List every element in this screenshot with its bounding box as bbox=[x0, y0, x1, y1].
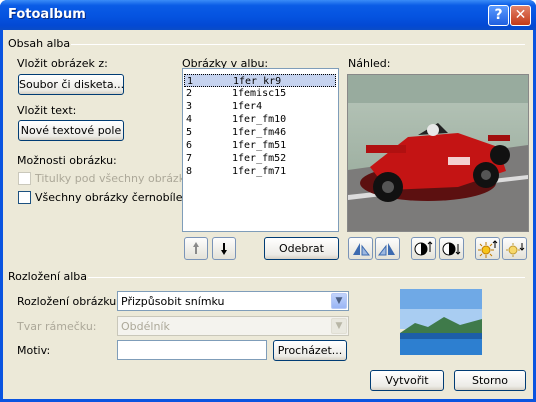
landscape-image bbox=[400, 289, 482, 355]
more-brightness-button[interactable] bbox=[475, 237, 500, 260]
album-pictures-list[interactable]: 1 1fer_kr9 2 1femisc15 3 1fer4 4 1fer_fm10 5… bbox=[182, 68, 339, 232]
insert-text-label: Vložit text: bbox=[17, 104, 77, 117]
frame-shape-label: Tvar rámečku: bbox=[17, 320, 97, 333]
chevron-down-icon[interactable]: ▼ bbox=[331, 318, 347, 334]
close-button[interactable]: ✕ bbox=[510, 5, 531, 26]
list-item[interactable]: 8 1fer_fm71 bbox=[184, 165, 336, 178]
list-item[interactable]: 2 1femisc15 bbox=[184, 87, 336, 100]
less-brightness-button[interactable] bbox=[502, 237, 527, 260]
picture-layout-label: Rozložení obrázku: bbox=[17, 295, 120, 308]
file-disk-button[interactable]: Soubor či disketa... bbox=[18, 74, 124, 95]
rotate-left-icon bbox=[353, 243, 371, 256]
rotate-right-icon bbox=[377, 243, 395, 256]
picture-options-label: Možnosti obrázku: bbox=[17, 154, 117, 167]
frame-shape-select[interactable]: Obdélník ▼ bbox=[117, 316, 349, 336]
content-group-legend: Obsah alba bbox=[8, 37, 71, 50]
list-item[interactable]: 3 1fer4 bbox=[184, 100, 336, 113]
window-title: Fotoalbum bbox=[8, 7, 86, 22]
frame-shape-value: Obdélník bbox=[121, 320, 170, 333]
race-car-image bbox=[348, 75, 528, 231]
chevron-down-icon[interactable]: ▼ bbox=[331, 293, 347, 309]
preview-image bbox=[347, 74, 529, 232]
cancel-button[interactable]: Storno bbox=[454, 370, 526, 391]
rotate-left-button[interactable] bbox=[348, 237, 373, 260]
theme-input[interactable] bbox=[117, 340, 267, 360]
content-group-divider bbox=[71, 44, 525, 45]
dialog-body: Obsah alba Vložit obrázek z: Soubor či d… bbox=[3, 30, 533, 399]
black-white-checkbox[interactable] bbox=[18, 191, 31, 204]
list-item[interactable]: 6 1fer_fm51 bbox=[184, 139, 336, 152]
list-item[interactable]: 5 1fer_fm46 bbox=[184, 126, 336, 139]
layout-thumbnail bbox=[400, 289, 482, 355]
theme-label: Motiv: bbox=[17, 344, 51, 357]
layout-group-divider bbox=[88, 277, 525, 278]
list-item[interactable]: 7 1fer_fm52 bbox=[184, 152, 336, 165]
contrast-down-icon bbox=[442, 242, 461, 256]
title-bar[interactable]: Fotoalbum ? ✕ bbox=[0, 0, 536, 30]
preview-label: Náhled: bbox=[348, 57, 391, 70]
layout-group-legend: Rozložení alba bbox=[8, 270, 88, 283]
more-contrast-button[interactable] bbox=[411, 237, 436, 260]
brightness-up-icon bbox=[478, 240, 498, 258]
move-down-button[interactable] bbox=[212, 237, 236, 260]
help-button[interactable]: ? bbox=[488, 5, 509, 26]
less-contrast-button[interactable] bbox=[439, 237, 464, 260]
brightness-down-icon bbox=[506, 243, 525, 257]
picture-layout-select[interactable]: Přizpůsobit snímku ▼ bbox=[117, 291, 349, 311]
list-item[interactable]: 4 1fer_fm10 bbox=[184, 113, 336, 126]
new-textbox-button[interactable]: Nové textové pole bbox=[18, 120, 124, 141]
black-white-checkbox-label: Všechny obrázky černobíle bbox=[35, 191, 183, 204]
arrow-down-icon bbox=[221, 243, 227, 255]
remove-button[interactable]: Odebrat bbox=[264, 237, 339, 260]
arrow-up-icon bbox=[193, 242, 199, 254]
dialog-window: Fotoalbum ? ✕ Obsah alba Vložit obrázek … bbox=[0, 0, 536, 402]
contrast-up-icon bbox=[414, 241, 433, 256]
move-up-button[interactable] bbox=[184, 237, 208, 260]
create-button[interactable]: Vytvořit bbox=[370, 370, 444, 391]
list-item[interactable]: 1 1fer_kr9 bbox=[184, 74, 336, 87]
picture-layout-value: Přizpůsobit snímku bbox=[121, 295, 225, 308]
insert-picture-label: Vložit obrázek z: bbox=[17, 57, 108, 70]
captions-checkbox[interactable] bbox=[18, 172, 31, 185]
browse-button[interactable]: Procházet... bbox=[273, 340, 347, 361]
captions-checkbox-label: Titulky pod všechny obrázky bbox=[35, 172, 192, 185]
rotate-right-button[interactable] bbox=[375, 237, 400, 260]
